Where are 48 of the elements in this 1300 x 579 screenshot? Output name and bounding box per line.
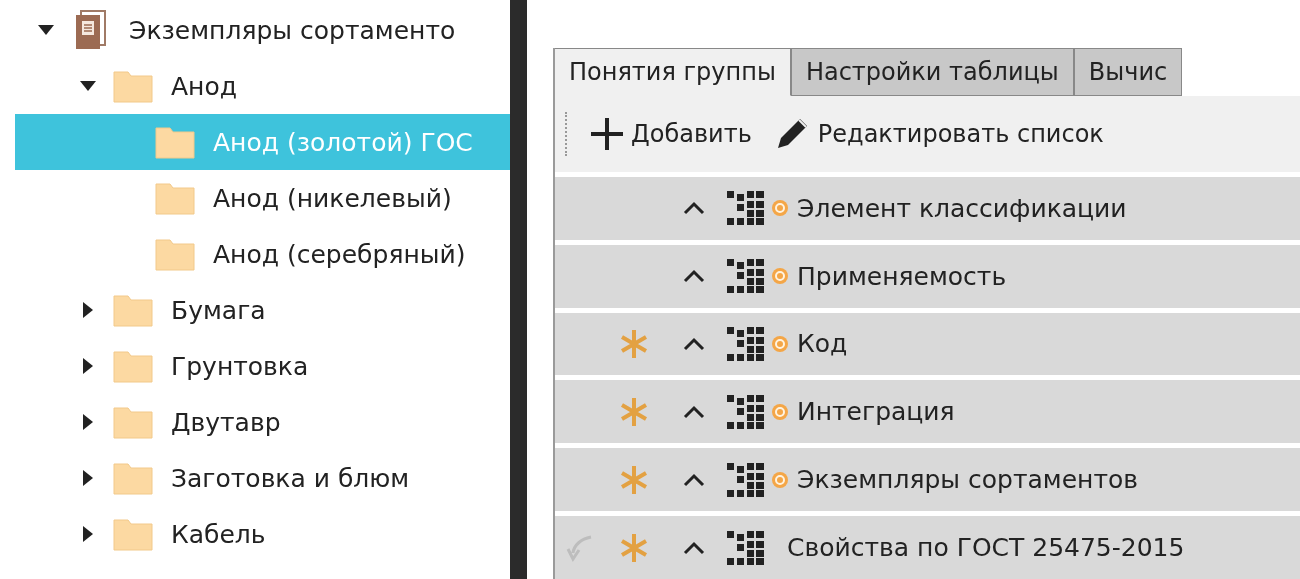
tab[interactable]: Настройки таблицы <box>790 48 1074 96</box>
grid-icon <box>727 529 765 566</box>
row-label: Код <box>797 329 848 359</box>
caret-up-icon[interactable] <box>683 540 705 555</box>
row-label: Интеграция <box>797 397 955 427</box>
tab[interactable]: Вычис <box>1073 48 1183 96</box>
tree-item[interactable]: Кабель <box>15 506 510 562</box>
caret-up-icon[interactable] <box>683 404 705 419</box>
tree-item[interactable]: Двутавр <box>15 394 510 450</box>
folder-icon <box>155 237 195 271</box>
grid-icon <box>727 461 765 498</box>
folder-icon <box>155 181 195 215</box>
caret-up-icon[interactable] <box>683 201 705 216</box>
list-row[interactable]: Свойства по ГОСТ 25475-2015 <box>555 516 1300 579</box>
folder-icon <box>113 69 153 103</box>
row-label: Экземпляры сортаментов <box>797 465 1138 495</box>
grid-icon <box>727 325 765 362</box>
caret-up-icon[interactable] <box>683 269 705 284</box>
folder-icon <box>113 293 153 327</box>
tree-item[interactable]: Анод <box>15 58 510 114</box>
tab[interactable]: Понятия группы <box>555 48 791 96</box>
tree-item[interactable]: Грунтовка <box>15 338 510 394</box>
list-row[interactable]: Элемент классификации <box>555 176 1300 240</box>
add-button[interactable]: Добавить <box>589 115 752 152</box>
row-label: Элемент классификации <box>797 193 1127 223</box>
folder-icon <box>113 405 153 439</box>
tree-item[interactable]: Заготовка и блюм <box>15 450 510 506</box>
grid-icon <box>727 190 765 227</box>
tree-item[interactable]: Анод (серебряный) <box>15 226 510 282</box>
caret-up-icon[interactable] <box>683 472 705 487</box>
list-row[interactable]: Экземпляры сортаментов <box>555 448 1300 512</box>
tree-item[interactable]: Анод (никелевый) <box>15 170 510 226</box>
row-label: Применяемость <box>797 261 1007 291</box>
caret-up-icon[interactable] <box>683 336 705 351</box>
tree-item[interactable]: Бумага <box>15 282 510 338</box>
folder-icon <box>113 517 153 551</box>
grid-icon <box>727 258 765 295</box>
row-label: Свойства по ГОСТ 25475-2015 <box>787 533 1185 563</box>
folder-icon <box>113 349 153 383</box>
edit-list-button[interactable]: Редактировать список <box>771 113 1104 154</box>
tree-item[interactable]: Экземпляры сортаменто <box>15 2 510 58</box>
list-row[interactable]: Код <box>555 312 1300 376</box>
plus-icon <box>589 115 625 152</box>
list-row[interactable]: Применяемость <box>555 244 1300 308</box>
list-row[interactable]: Интеграция <box>555 380 1300 444</box>
grid-icon <box>727 393 765 430</box>
folder-icon <box>155 125 195 159</box>
folder-icon <box>113 461 153 495</box>
